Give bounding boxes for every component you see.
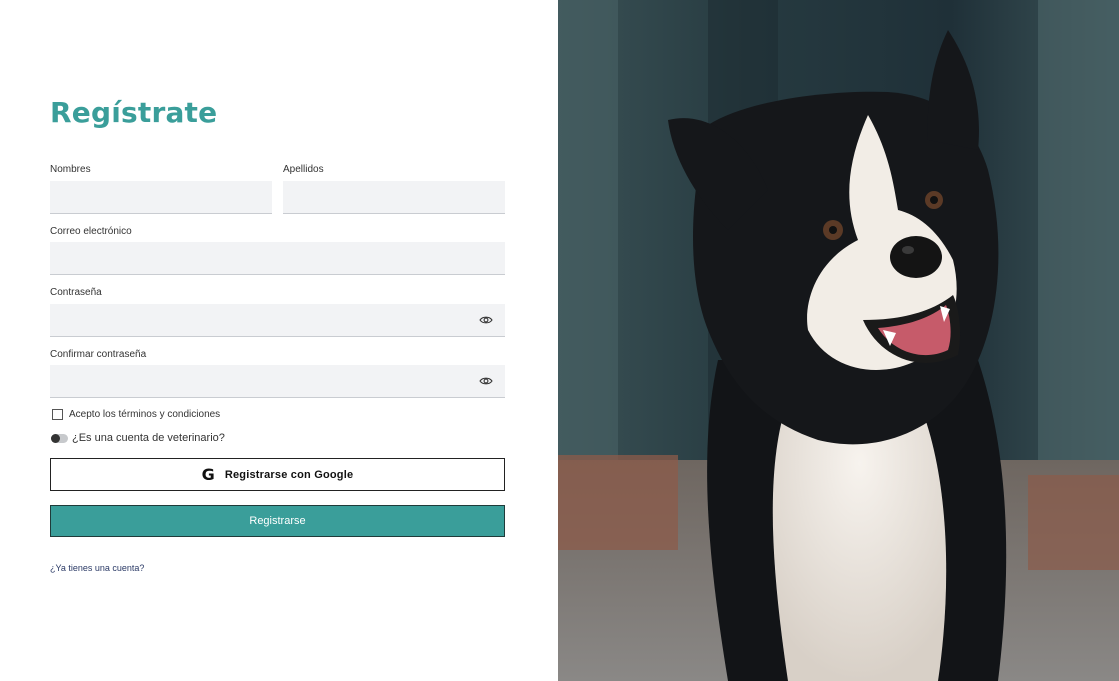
login-link[interactable]: ¿Ya tienes una cuenta?: [50, 563, 144, 573]
signup-form-panel: Regístrate Nombres Apellidos Correo elec…: [0, 0, 558, 681]
dog-photo: [558, 0, 1119, 681]
password-label: Contraseña: [50, 287, 102, 298]
google-signup-button[interactable]: G Registrarse con Google: [50, 458, 505, 491]
vet-account-toggle[interactable]: [51, 434, 68, 443]
confirm-password-label: Confirmar contraseña: [50, 349, 147, 360]
email-label: Correo electrónico: [50, 226, 132, 237]
google-icon: G: [201, 464, 215, 484]
first-name-input[interactable]: [50, 181, 272, 214]
password-field[interactable]: [50, 304, 505, 337]
terms-label: Acepto los términos y condiciones: [69, 409, 221, 420]
toggle-knob: [51, 434, 60, 443]
eye-icon[interactable]: [479, 314, 493, 326]
eye-icon[interactable]: [479, 375, 493, 387]
vet-account-label: ¿Es una cuenta de veterinario?: [72, 432, 225, 444]
email-input[interactable]: [50, 242, 505, 275]
last-name-label: Apellidos: [283, 164, 324, 175]
terms-checkbox[interactable]: [52, 409, 63, 420]
border-collie-image: [558, 0, 1119, 681]
register-button[interactable]: Registrarse: [50, 505, 505, 537]
confirm-password-field[interactable]: [50, 365, 505, 398]
page-title: Regístrate: [50, 96, 218, 129]
google-signup-label: Registrarse con Google: [224, 468, 354, 481]
last-name-input[interactable]: [283, 181, 505, 214]
first-name-label: Nombres: [50, 164, 91, 175]
